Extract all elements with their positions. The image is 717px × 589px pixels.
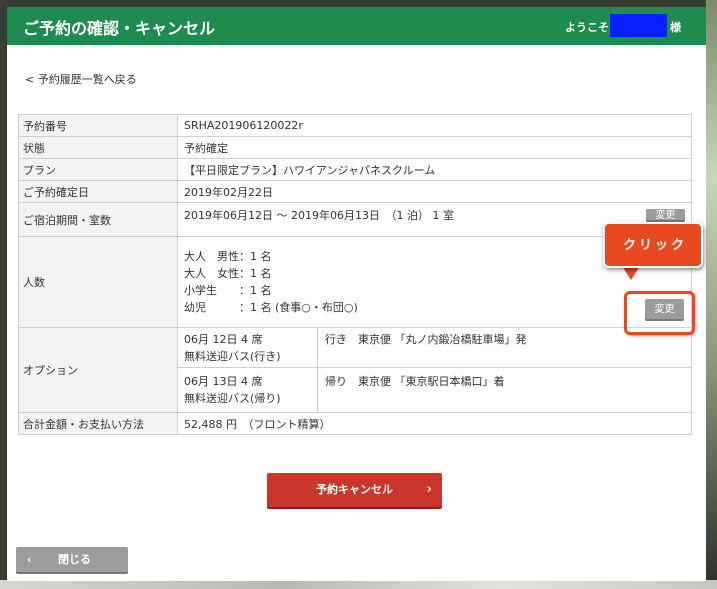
option-item: 06月 12日 4 席 無料送迎バス(行き) 行き 東京便 「丸ノ内鍛冶橋駐車場… [178,328,691,368]
option-date: 06月 13日 4 席 [184,375,263,388]
value-option: 06月 12日 4 席 無料送迎バス(行き) 行き 東京便 「丸ノ内鍛冶橋駐車場… [177,327,692,413]
honorific-text: 様 [670,21,681,34]
reservation-modal: ご予約の確認・キャンセル ようこそ 様 < 予約履歴一覧へ戻る 予約番号 SRH… [7,7,706,581]
modal-header: ご予約の確認・キャンセル ようこそ 様 [7,7,706,45]
backdrop-bottom [0,580,717,589]
label-option: オプション [18,327,178,413]
close-button-label: 閉じる [58,553,91,566]
label-plan: プラン [18,158,178,181]
value-reservation-no: SRHA201906120022r [177,114,692,137]
row-reservation-no: 予約番号 SRHA201906120022r [18,114,692,137]
chevron-left-icon: ‹ [27,553,32,566]
reservation-details-table: 予約番号 SRHA201906120022r 状態 予約確定 プラン 【平日限定… [18,114,692,435]
guest-line: 幼児 ：1 名 (食事○・布団○) [184,301,358,314]
option-detail: 行き 東京便 「丸ノ内鍛冶橋駐車場」発 [325,333,527,346]
cancel-button-label: 予約キャンセル [316,483,393,496]
cancel-reservation-button[interactable]: 予約キャンセル › [267,473,442,507]
option-item: 06月 13日 4 席 無料送迎バス(帰り) 帰り 東京便 「東京駅日本橋口」着 [178,368,691,412]
label-status: 状態 [18,136,178,159]
value-confirm-date: 2019年02月22日 [177,180,692,203]
option-detail: 帰り 東京便 「東京駅日本橋口」着 [325,375,505,388]
close-button[interactable]: ‹ 閉じる [16,547,128,572]
welcome-text: ようこそ [565,21,609,34]
row-plan: プラン 【平日限定プラン】ハワイアンジャパネスクルーム [18,158,692,181]
page-title: ご予約の確認・キャンセル [23,19,216,38]
chevron-right-icon: › [426,482,432,497]
label-confirm-date: ご予約確定日 [18,180,178,203]
row-guests: 人数 大人 男性：1 名 大人 女性：1 名 小学生 ：1 名 幼児 ：1 名 … [18,236,692,328]
label-guests: 人数 [18,236,178,328]
row-option: オプション 06月 12日 4 席 無料送迎バス(行き) 行き 東京便 「丸ノ内… [18,327,692,413]
row-stay: ご宿泊期間・室数 2019年06月12日 ～ 2019年06月13日 （1 泊）… [18,202,692,237]
option-name: 無料送迎バス(帰り) [184,392,281,405]
row-status: 状態 予約確定 [18,136,692,159]
option-name: 無料送迎バス(行き) [184,349,281,363]
row-confirm-date: ご予約確定日 2019年02月22日 [18,180,692,203]
row-total: 合計金額・お支払い方法 52,488 円 （フロント精算） [18,412,692,435]
change-button-highlight [624,291,695,335]
label-stay: ご宿泊期間・室数 [18,202,178,237]
guest-line: 小学生 ：1 名 [184,284,272,297]
label-total: 合計金額・お支払い方法 [18,412,178,435]
value-status: 予約確定 [177,136,692,159]
value-plan: 【平日限定プラン】ハワイアンジャパネスクルーム [177,158,692,181]
back-to-history-link[interactable]: < 予約履歴一覧へ戻る [25,71,137,87]
callout-pointer [622,266,640,280]
change-stay-button[interactable]: 変更 [646,209,685,222]
backdrop-right [706,0,717,589]
click-callout: クリック [603,222,703,268]
value-total: 52,488 円 （フロント精算） [177,412,692,435]
label-reservation-no: 予約番号 [18,114,178,137]
redacted-username [610,14,667,37]
option-date: 06月 12日 4 席 [184,332,263,346]
